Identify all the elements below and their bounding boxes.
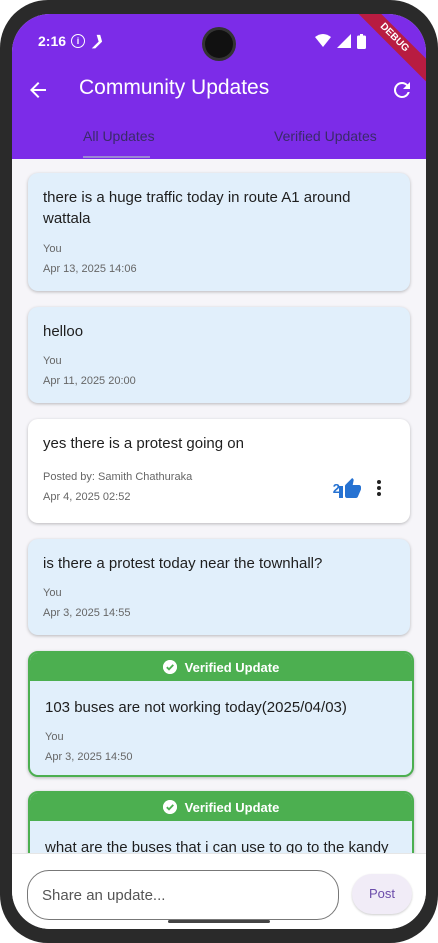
refresh-icon[interactable] bbox=[390, 78, 414, 102]
verified-badge: Verified Update bbox=[30, 653, 412, 681]
post-button[interactable]: Post bbox=[352, 874, 412, 914]
signal-icon bbox=[337, 34, 351, 48]
update-card[interactable]: there is a huge traffic today in route A… bbox=[28, 173, 410, 291]
tab-bar: All Updates Verified Updates bbox=[12, 124, 426, 159]
verified-update-card[interactable]: Verified Update what are the buses that … bbox=[28, 791, 414, 859]
tab-all-updates[interactable]: All Updates bbox=[83, 128, 155, 144]
wifi-icon bbox=[315, 34, 331, 47]
phone-frame: 2:16 i ❯ DEBUG Community Updates All Upd… bbox=[0, 0, 438, 943]
info-icon: i bbox=[71, 34, 86, 48]
update-message: there is a huge traffic today in route A… bbox=[43, 189, 351, 227]
update-message: is there a protest today near the townha… bbox=[43, 555, 323, 572]
update-date: Apr 3, 2025 14:55 bbox=[43, 607, 131, 619]
update-author: Posted by: Samith Chathuraka bbox=[43, 471, 193, 483]
update-author: You bbox=[45, 731, 64, 743]
title-row: Community Updates bbox=[12, 70, 426, 110]
composer-bar: Share an update... Post bbox=[12, 853, 426, 929]
verified-check-icon bbox=[162, 800, 177, 814]
share-update-input[interactable]: Share an update... bbox=[27, 870, 339, 920]
flutter-icon: ❯ bbox=[90, 33, 107, 48]
front-camera bbox=[205, 30, 233, 58]
verified-check-icon bbox=[162, 660, 177, 674]
update-card[interactable]: yes there is a protest going on Posted b… bbox=[28, 419, 410, 523]
home-indicator[interactable] bbox=[168, 920, 270, 923]
update-message: 103 buses are not working today(2025/04/… bbox=[45, 699, 347, 716]
update-card[interactable]: helloo You Apr 11, 2025 20:00 bbox=[28, 307, 410, 403]
update-author: You bbox=[43, 587, 62, 599]
battery-icon bbox=[357, 33, 366, 49]
update-author: You bbox=[43, 243, 62, 255]
update-message: helloo bbox=[43, 323, 84, 340]
verified-label: Verified Update bbox=[184, 799, 280, 815]
back-arrow-icon[interactable] bbox=[26, 78, 50, 102]
verified-label: Verified Update bbox=[184, 659, 280, 675]
update-message: yes there is a protest going on bbox=[43, 435, 244, 452]
update-card[interactable]: is there a protest today near the townha… bbox=[28, 539, 410, 635]
update-author: You bbox=[43, 355, 62, 367]
tab-verified-updates[interactable]: Verified Updates bbox=[274, 128, 377, 144]
screen: 2:16 i ❯ DEBUG Community Updates All Upd… bbox=[12, 14, 426, 929]
status-time: 2:16 bbox=[38, 33, 67, 49]
update-date: Apr 3, 2025 14:50 bbox=[45, 751, 133, 763]
status-icons bbox=[315, 33, 366, 49]
verified-badge: Verified Update bbox=[30, 793, 412, 821]
update-date: Apr 13, 2025 14:06 bbox=[43, 263, 137, 275]
tab-indicator bbox=[83, 156, 150, 158]
app-bar: 2:16 i ❯ DEBUG Community Updates All Upd… bbox=[12, 14, 426, 159]
update-date: Apr 11, 2025 20:00 bbox=[43, 375, 136, 387]
page-title: Community Updates bbox=[79, 76, 270, 99]
thumb-up-icon[interactable] bbox=[338, 477, 362, 499]
more-vert-icon[interactable] bbox=[376, 479, 382, 497]
update-date: Apr 4, 2025 02:52 bbox=[43, 491, 131, 503]
updates-feed[interactable]: there is a huge traffic today in route A… bbox=[12, 159, 426, 859]
verified-update-card[interactable]: Verified Update 103 buses are not workin… bbox=[28, 651, 414, 777]
